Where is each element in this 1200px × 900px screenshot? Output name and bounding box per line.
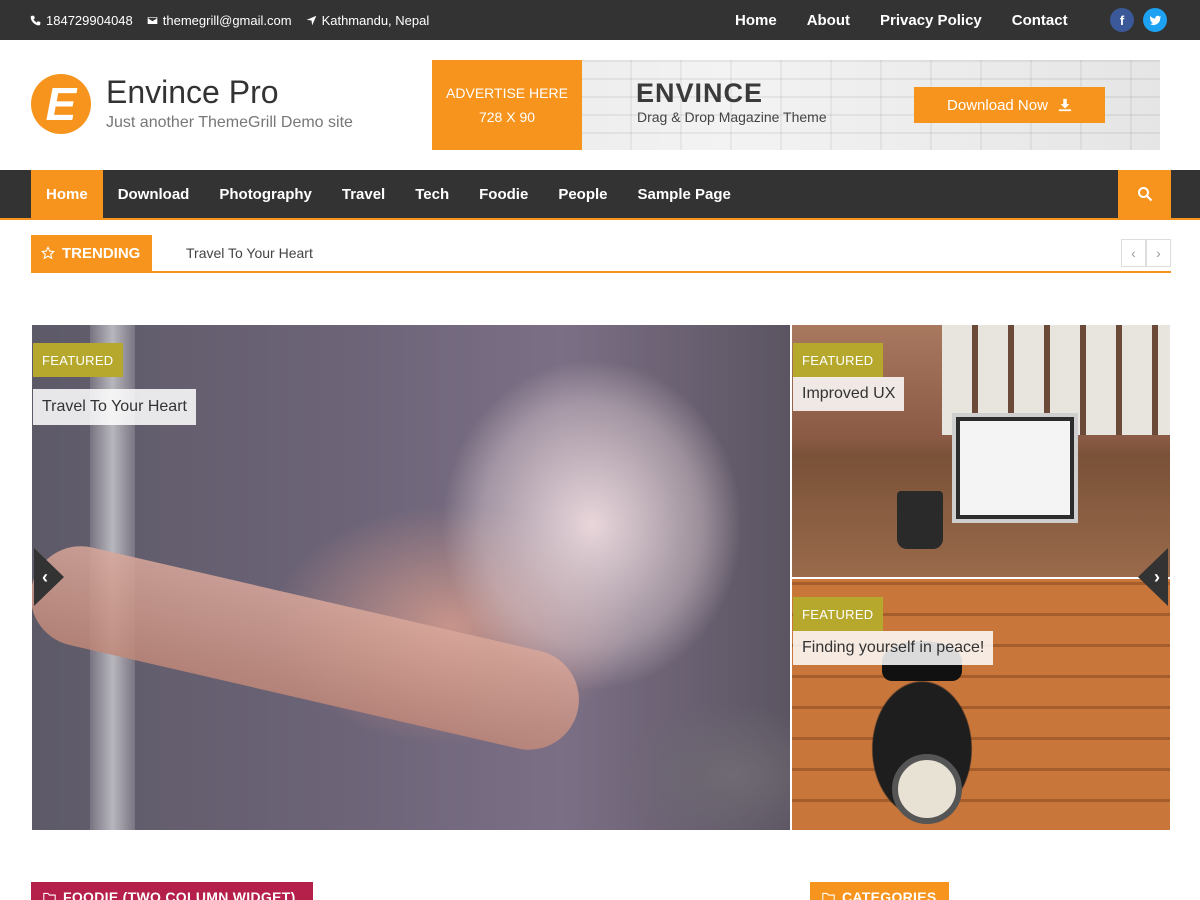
menu-item-sample-page[interactable]: Sample Page — [623, 170, 746, 218]
twitter-icon[interactable] — [1143, 8, 1167, 32]
ad-subtitle: Drag & Drop Magazine Theme — [637, 109, 827, 125]
email-info[interactable]: themegrill@gmail.com — [147, 13, 292, 28]
logo-letter: E — [45, 78, 77, 130]
chevron-right-icon: › — [1154, 566, 1160, 587]
side-post-2-title[interactable]: Finding yourself in peace! — [793, 631, 994, 665]
image-mug-shape — [897, 491, 943, 549]
folder-open-icon — [822, 892, 835, 900]
search-icon — [1137, 187, 1152, 202]
topnav-contact[interactable]: Contact — [1012, 12, 1068, 29]
trending-label-text: TRENDING — [62, 244, 141, 262]
menu-item-tech[interactable]: Tech — [400, 170, 464, 218]
envelope-icon — [147, 16, 158, 24]
ad-brand-name: ENVINCE — [636, 78, 764, 108]
download-icon — [1058, 98, 1072, 112]
download-now-label: Download Now — [947, 96, 1048, 114]
menu-item-foodie[interactable]: Foodie — [464, 170, 543, 218]
menu-item-people[interactable]: People — [543, 170, 622, 218]
top-navigation: Home About Privacy Policy Contact — [735, 0, 1068, 40]
contact-info: 184729904048 themegrill@gmail.com Kathma… — [30, 0, 429, 40]
categories-widget-title-text: CATEGORIES — [842, 889, 937, 900]
social-links: f — [1110, 8, 1167, 32]
phone-icon — [30, 15, 41, 25]
foodie-widget-title-text: FOODIE (TWO COLUMN WIDGET) — [63, 889, 296, 900]
location-arrow-icon — [306, 15, 316, 25]
location-text: Kathmandu, Nepal — [321, 12, 430, 28]
email-address[interactable]: themegrill@gmail.com — [163, 13, 292, 28]
trending-next-button[interactable]: › — [1146, 239, 1171, 267]
trending-headline[interactable]: Travel To Your Heart — [186, 245, 313, 261]
foodie-widget-title: FOODIE (TWO COLUMN WIDGET) — [31, 882, 313, 900]
facebook-icon[interactable]: f — [1110, 8, 1134, 32]
advertise-line-2: 728 X 90 — [478, 109, 536, 125]
location-info: Kathmandu, Nepal — [306, 12, 430, 28]
advertise-line-1: ADVERTISE HERE — [446, 85, 568, 101]
site-tagline: Just another ThemeGrill Demo site — [106, 114, 353, 131]
top-bar: 184729904048 themegrill@gmail.com Kathma… — [0, 0, 1200, 40]
menu-item-travel[interactable]: Travel — [327, 170, 400, 218]
download-now-button[interactable]: Download Now — [914, 87, 1105, 123]
image-banjo-shape — [892, 754, 962, 824]
trending-bar: TRENDING Travel To Your Heart ‹ › — [31, 235, 1171, 273]
search-button[interactable] — [1118, 170, 1171, 218]
topnav-about[interactable]: About — [807, 12, 850, 29]
phone-number: 184729904048 — [46, 12, 133, 28]
trending-prev-button[interactable]: ‹ — [1121, 239, 1146, 267]
trending-controls: ‹ › — [1121, 239, 1171, 267]
site-logo[interactable]: E — [31, 74, 91, 134]
site-title[interactable]: Envince Pro — [106, 74, 279, 111]
advertisement-banner[interactable]: ADVERTISE HERE 728 X 90 ENVINCE Drag & D… — [432, 60, 1160, 150]
topnav-home[interactable]: Home — [735, 12, 777, 29]
chevron-left-icon: ‹ — [42, 566, 48, 587]
image-laptop-shape — [952, 413, 1078, 523]
side-post-1-badge[interactable]: FEATURED — [793, 343, 883, 377]
categories-widget-title: CATEGORIES — [810, 882, 949, 900]
advertise-here-box[interactable]: ADVERTISE HERE 728 X 90 — [432, 60, 582, 150]
menu-item-download[interactable]: Download — [103, 170, 205, 218]
topnav-privacy-policy[interactable]: Privacy Policy — [880, 12, 982, 29]
folder-icon — [43, 892, 56, 900]
side-post-1-title[interactable]: Improved UX — [793, 377, 905, 411]
menu-item-home[interactable]: Home — [31, 170, 103, 218]
menu-item-photography[interactable]: Photography — [204, 170, 327, 218]
main-navigation: Home Download Photography Travel Tech Fo… — [0, 170, 1200, 220]
star-icon — [41, 246, 55, 260]
side-post-2-badge[interactable]: FEATURED — [793, 597, 883, 631]
phone-info: 184729904048 — [30, 13, 133, 28]
trending-label: TRENDING — [31, 235, 152, 271]
main-menu: Home Download Photography Travel Tech Fo… — [31, 170, 746, 218]
featured-badge[interactable]: FEATURED — [33, 343, 123, 377]
featured-post-title[interactable]: Travel To Your Heart — [33, 389, 196, 425]
